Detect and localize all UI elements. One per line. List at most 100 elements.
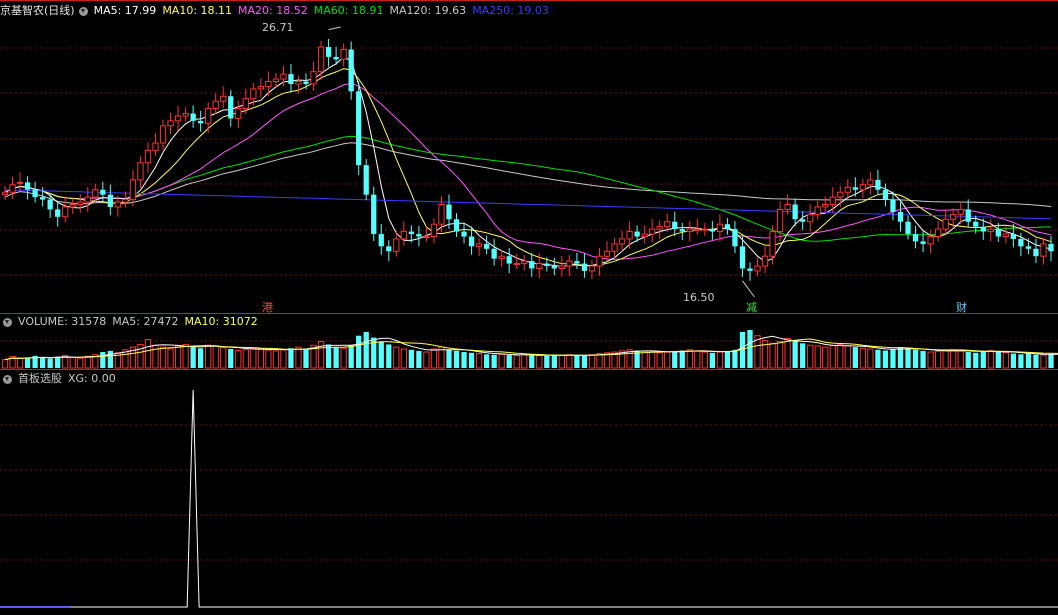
candle-body-down xyxy=(378,234,384,247)
candle-body-down xyxy=(491,248,497,259)
candle-body-up xyxy=(807,213,814,223)
volume-bar-up xyxy=(769,342,776,369)
collapse-icon[interactable] xyxy=(78,6,88,16)
volume-bar-up xyxy=(84,355,91,369)
volume-bar-down xyxy=(995,352,1001,368)
stock-name[interactable]: 京基智农 xyxy=(0,4,44,17)
candle-body-down xyxy=(468,236,475,247)
volume-bar-up xyxy=(701,351,708,369)
ma60-value: MA60: 18.91 xyxy=(313,4,384,17)
candle-body-down xyxy=(107,194,113,207)
volume-bar-up xyxy=(159,346,167,369)
volume-bar-down xyxy=(100,352,106,368)
volume-bar-down xyxy=(544,355,550,368)
volume-bar-down xyxy=(882,350,889,368)
chart-stage[interactable]: 京基智农(日线) MA5: 17.99 MA10: 18.11 MA20: 18.52… xyxy=(0,0,1058,615)
candle-body-down xyxy=(581,263,588,271)
volume-bar-down xyxy=(198,348,204,368)
volume-bar-up xyxy=(167,348,174,369)
volume-bar-down xyxy=(288,348,294,368)
candle-body-down xyxy=(1048,243,1054,252)
candle-body-down xyxy=(39,197,46,200)
candle-body-up xyxy=(272,78,280,83)
volume-bar-up xyxy=(558,354,565,369)
candle-body-up xyxy=(69,204,76,208)
candle-body-up xyxy=(761,255,769,267)
candle-body-down xyxy=(529,261,535,269)
event-marker-jian[interactable]: 减 xyxy=(746,299,757,315)
volume-ma10-value: MA10: 31072 xyxy=(184,315,258,328)
volume-bar-up xyxy=(220,346,227,369)
volume-bar-down xyxy=(897,347,904,368)
candle-body-down xyxy=(732,229,738,247)
candle-body-up xyxy=(837,191,844,198)
indicator-name[interactable]: 首板选股 xyxy=(18,372,62,385)
volume-bar-up xyxy=(182,343,189,369)
candle-body-down xyxy=(453,219,460,232)
volume-bar-down xyxy=(386,344,392,368)
candle-body-up xyxy=(769,231,776,257)
candle-body-down xyxy=(634,231,640,237)
candle-body-up xyxy=(152,142,159,151)
candle-body-up xyxy=(1002,233,1009,237)
low-price-label: 16.50 xyxy=(683,291,715,304)
xg-signal-line xyxy=(0,389,1058,608)
volume-bar-up xyxy=(265,349,272,369)
candle-body-down xyxy=(980,226,986,232)
volume-bar-up xyxy=(400,348,407,369)
candle-body-up xyxy=(182,112,189,117)
volume-bar-down xyxy=(1018,354,1024,368)
volume-bar-down xyxy=(581,355,588,368)
low-leader-line xyxy=(742,280,755,298)
volume-bar-down xyxy=(1010,353,1017,368)
volume-bar-down xyxy=(724,350,731,368)
candle-body-down xyxy=(461,231,467,237)
candle-body-up xyxy=(16,181,24,184)
xg-value: XG: 0.00 xyxy=(68,372,116,385)
volume-bar-up xyxy=(641,350,648,369)
ma250-value: MA250: 19.03 xyxy=(472,4,549,17)
volume-bar-down xyxy=(732,349,738,368)
volume-bar-down xyxy=(574,355,580,368)
volume-bar-down xyxy=(792,340,798,368)
candle-body-down xyxy=(55,209,61,217)
candle-body-down xyxy=(408,231,414,235)
candle-body-up xyxy=(596,255,603,267)
candle-body-up xyxy=(235,108,242,119)
volume-bar-up xyxy=(566,354,573,369)
candle-body-down xyxy=(792,204,798,220)
event-marker-cai[interactable]: 财 xyxy=(956,299,967,315)
volume-bar-up xyxy=(649,351,656,369)
volume-value: VOLUME: 31578 xyxy=(18,315,107,328)
candle-body-up xyxy=(649,228,656,235)
candle-body-up xyxy=(588,265,596,272)
chart-svg[interactable] xyxy=(0,0,1058,615)
candle-body-up xyxy=(92,189,99,198)
volume-bar-up xyxy=(837,343,844,369)
candle-body-up xyxy=(174,115,182,122)
candle-body-up xyxy=(77,201,84,206)
candle-body-up xyxy=(1,191,9,196)
volume-bar-up xyxy=(317,340,325,369)
candle-body-down xyxy=(875,179,881,190)
volume-bar-up xyxy=(844,345,851,369)
event-marker-gang[interactable]: 港 xyxy=(262,299,273,315)
candle-body-up xyxy=(536,263,543,269)
candle-body-up xyxy=(475,243,483,247)
candle-body-up xyxy=(558,265,565,269)
period-label[interactable]: (日线) xyxy=(44,4,75,17)
ma5-value: MA5: 17.99 xyxy=(93,4,157,17)
candle-body-up xyxy=(340,49,347,60)
volume-bar-up xyxy=(664,351,671,369)
indicator-collapse-icon[interactable] xyxy=(3,374,12,384)
candle-body-down xyxy=(973,221,979,227)
volume-bar-down xyxy=(1033,354,1039,368)
candle-body-down xyxy=(1010,234,1017,239)
candle-body-down xyxy=(920,241,926,244)
candle-body-up xyxy=(942,218,949,230)
candle-body-up xyxy=(250,88,257,100)
volume-collapse-icon[interactable] xyxy=(3,317,12,327)
volume-bar-up xyxy=(776,340,784,369)
volume-bar-up xyxy=(716,351,724,369)
volume-bar-up xyxy=(272,350,280,369)
